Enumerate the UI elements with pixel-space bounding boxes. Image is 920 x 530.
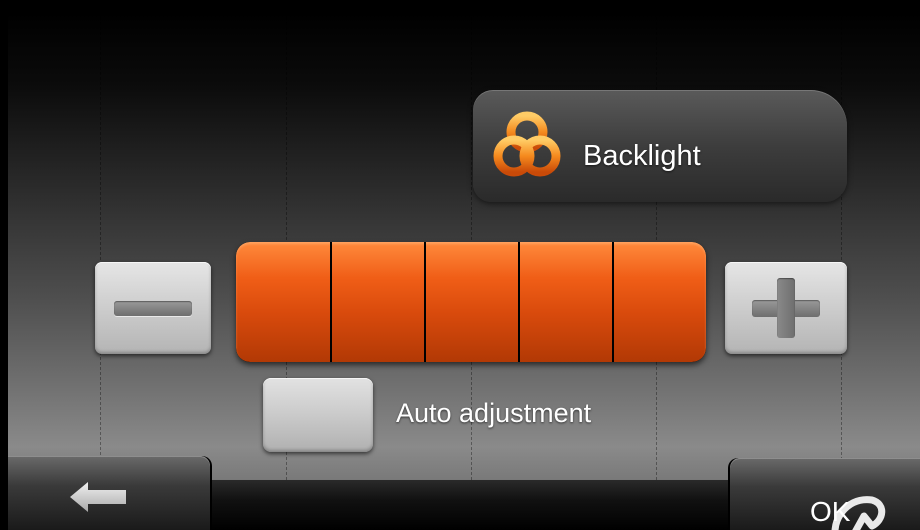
back-button[interactable] [8,456,210,530]
backlight-settings-screen: Backlight Auto adjustment OK [8,12,920,530]
auto-adjustment-label: Auto adjustment [396,398,592,428]
title-card: Backlight [473,90,847,202]
plus-icon-vertical [777,278,795,338]
segment-divider [424,242,426,362]
segment-divider [518,242,520,362]
level-fill [236,242,706,362]
decrease-backlight-button[interactable] [95,262,211,354]
page-title: Backlight [583,140,701,172]
segment-divider [612,242,614,362]
backlight-level-bar[interactable] [236,242,706,362]
ok-button[interactable]: OK [730,458,920,530]
auto-adjustment-checkbox[interactable] [263,378,373,452]
watermark-logo-icon [831,496,886,530]
increase-backlight-button[interactable] [725,262,847,354]
segment-divider [330,242,332,362]
knot-logo-icon [493,111,561,177]
minus-icon [114,301,192,316]
back-arrow-icon [70,482,126,512]
